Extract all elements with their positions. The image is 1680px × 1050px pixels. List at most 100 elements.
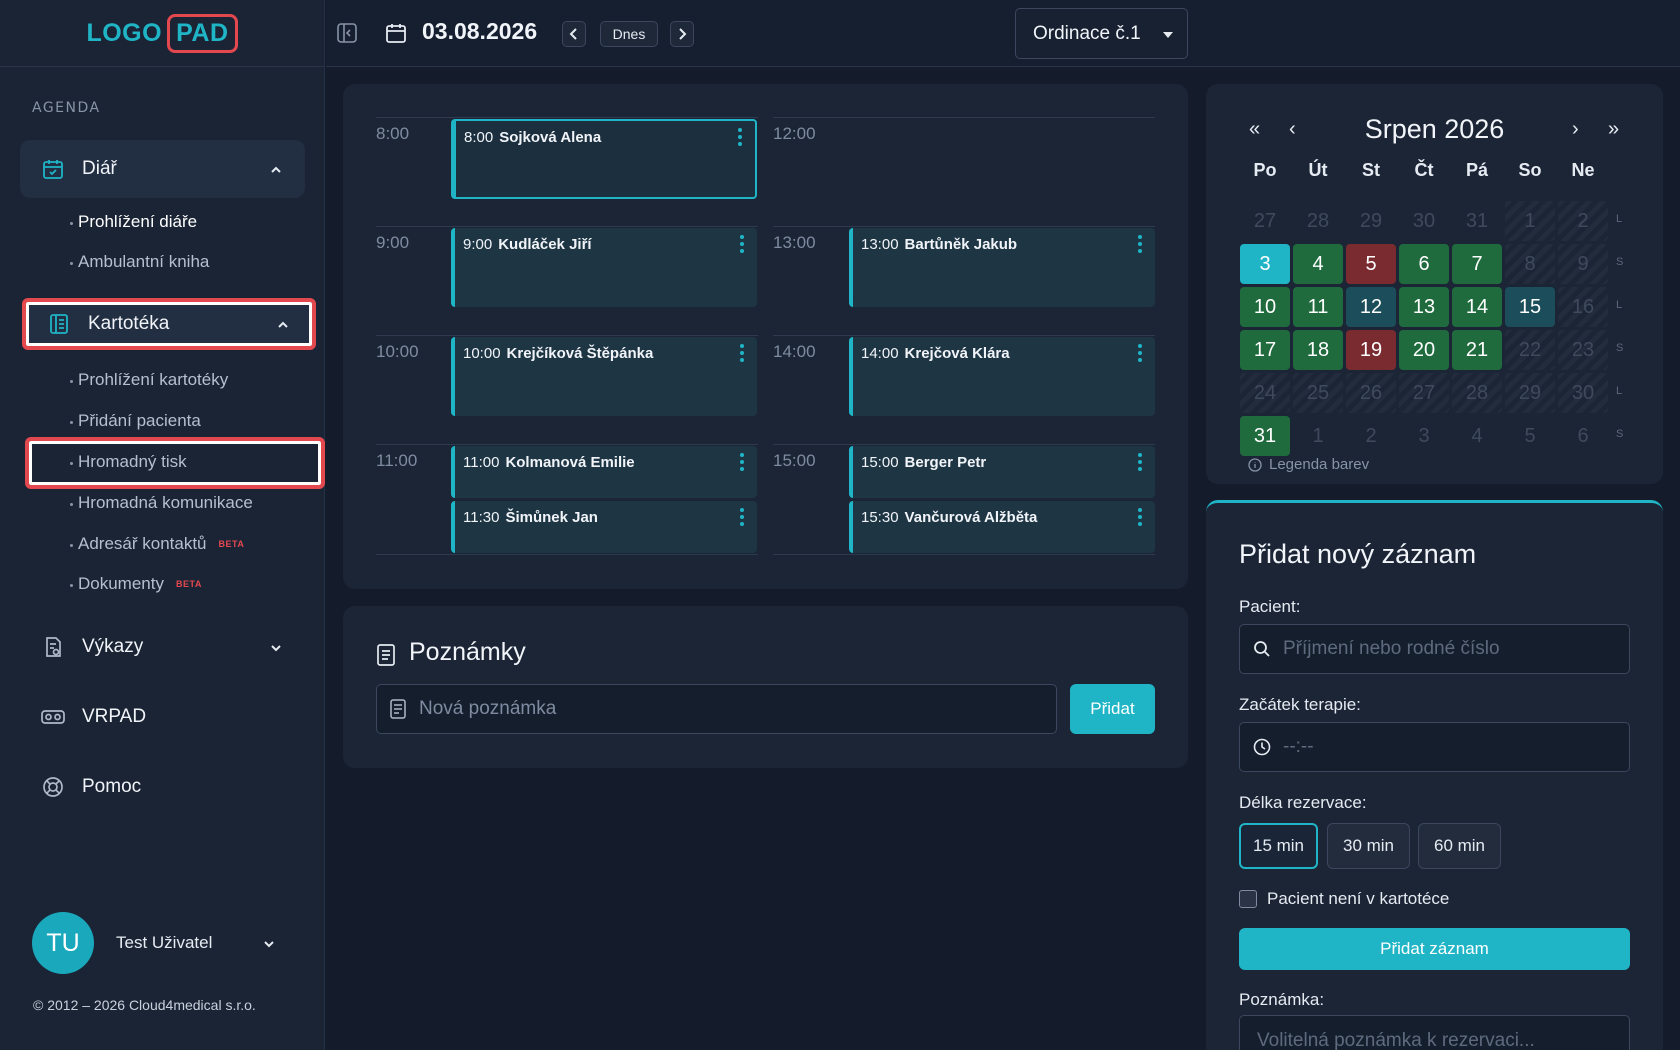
sidebar-item-adresar-kontaktu[interactable]: Adresář kontaktů BETA <box>69 534 244 554</box>
calendar-day[interactable]: 15 <box>1505 287 1555 327</box>
next-day-button[interactable] <box>670 21 694 47</box>
clinic-select[interactable]: Ordinace č.1 <box>1015 8 1188 59</box>
slot-divider <box>773 444 1155 445</box>
appointment-card[interactable]: 15:30 Vančurová Alžběta <box>849 501 1155 553</box>
calendar-day[interactable]: 6 <box>1558 416 1608 456</box>
not-in-registry-checkbox[interactable] <box>1239 890 1257 908</box>
calendar-day[interactable]: 1 <box>1293 416 1343 456</box>
appointment-text: 8:00 Sojková Alena <box>464 129 601 146</box>
therapy-start-placeholder: --:-- <box>1283 736 1314 757</box>
calendar-day[interactable]: 28 <box>1293 201 1343 241</box>
calendar-day[interactable]: 30 <box>1558 373 1608 413</box>
patient-search-input[interactable]: Příjmení nebo rodné číslo <box>1239 624 1630 674</box>
calendar-day[interactable]: 29 <box>1346 201 1396 241</box>
calendar-day[interactable]: 4 <box>1293 244 1343 284</box>
sidebar-item-dokumenty[interactable]: Dokumenty BETA <box>70 574 202 594</box>
logo[interactable]: LOGO PAD <box>86 13 238 53</box>
calendar-day[interactable]: 10 <box>1240 287 1290 327</box>
calendar-day[interactable]: 2 <box>1558 201 1608 241</box>
calendar-day[interactable]: 27 <box>1399 373 1449 413</box>
calendar-day[interactable]: 3 <box>1399 416 1449 456</box>
calendar-day[interactable]: 23 <box>1558 330 1608 370</box>
calendar-day[interactable]: 28 <box>1452 373 1502 413</box>
appointment-time: 10:00 <box>463 345 501 362</box>
calendar-day[interactable]: 17 <box>1240 330 1290 370</box>
calendar-day[interactable]: 18 <box>1293 330 1343 370</box>
more-vertical-icon[interactable] <box>1137 452 1143 472</box>
calendar-day[interactable]: 14 <box>1452 287 1502 327</box>
sidebar-item-pridani-pacienta[interactable]: Přidání pacienta <box>70 411 201 431</box>
more-vertical-icon[interactable] <box>1137 343 1143 363</box>
nav-pomoc[interactable]: Pomoc <box>20 758 305 816</box>
appointment-card[interactable]: 13:00 Bartůněk Jakub <box>849 228 1155 307</box>
appointment-card[interactable]: 15:00 Berger Petr <box>849 446 1155 498</box>
more-vertical-icon[interactable] <box>1137 234 1143 254</box>
calendar-day[interactable]: 21 <box>1452 330 1502 370</box>
appointment-card[interactable]: 11:30 Šimůnek Jan <box>451 501 757 553</box>
calendar-day[interactable]: 5 <box>1505 416 1555 456</box>
weekday-label: Pá <box>1465 160 1489 180</box>
sidebar-item-prohlizeni-kartoteky[interactable]: Prohlížení kartotéky <box>69 370 228 390</box>
more-vertical-icon[interactable] <box>739 452 745 472</box>
calendar-day[interactable]: 31 <box>1452 201 1502 241</box>
sidebar-item-prohlizeni-diare[interactable]: Prohlížení diáře <box>69 212 197 232</box>
calendar-day[interactable]: 8 <box>1505 244 1555 284</box>
nav-kartoteka[interactable]: Kartotéka <box>22 298 316 350</box>
appointment-card[interactable]: 11:00 Kolmanová Emilie <box>451 446 757 498</box>
calendar-day[interactable]: 6 <box>1399 244 1449 284</box>
calendar-day[interactable]: 13 <box>1399 287 1449 327</box>
new-note-input[interactable]: Nová poznámka <box>376 684 1057 734</box>
calendar-day[interactable]: 22 <box>1505 330 1555 370</box>
add-record-button[interactable]: Přidat záznam <box>1239 928 1630 970</box>
add-note-button[interactable]: Přidat <box>1070 684 1155 734</box>
calendar-day[interactable]: 26 <box>1346 373 1396 413</box>
last-month-button[interactable]: » <box>1608 118 1619 141</box>
prev-day-button[interactable] <box>562 21 586 47</box>
appointment-card[interactable]: 14:00 Krejčová Klára <box>849 337 1155 416</box>
calendar-day[interactable]: 24 <box>1240 373 1290 413</box>
calendar-day[interactable]: 20 <box>1399 330 1449 370</box>
calendar-day[interactable]: 3 <box>1240 244 1290 284</box>
more-vertical-icon[interactable] <box>737 127 743 147</box>
sidebar-item-ambulantni-kniha[interactable]: Ambulantní kniha <box>69 252 209 272</box>
more-vertical-icon[interactable] <box>739 343 745 363</box>
appointment-card[interactable]: 9:00 Kudláček Jiří <box>451 228 757 307</box>
calendar-day[interactable]: 27 <box>1240 201 1290 241</box>
calendar-day[interactable]: 9 <box>1558 244 1608 284</box>
calendar-day[interactable]: 29 <box>1505 373 1555 413</box>
calendar-day[interactable]: 7 <box>1452 244 1502 284</box>
calendar-day[interactable]: 19 <box>1346 330 1396 370</box>
calendar-day[interactable]: 5 <box>1346 244 1396 284</box>
more-vertical-icon[interactable] <box>739 234 745 254</box>
calendar-day[interactable]: 31 <box>1240 416 1290 456</box>
sidebar-item-hromadny-tisk[interactable]: Hromadný tisk <box>70 452 187 472</box>
sidebar-item-hromadna-komunikace[interactable]: Hromadná komunikace <box>70 493 253 513</box>
user-menu[interactable]: TU Test Uživatel <box>32 912 274 974</box>
color-legend-link[interactable]: Legenda barev <box>1248 456 1369 473</box>
duration-30-button[interactable]: 30 min <box>1327 823 1410 869</box>
duration-15-button[interactable]: 15 min <box>1239 823 1318 869</box>
reservation-note-textarea[interactable]: Volitelná poznámka k rezervaci... <box>1239 1015 1630 1050</box>
nav-diar[interactable]: Diář <box>20 140 305 198</box>
calendar-day[interactable]: 25 <box>1293 373 1343 413</box>
nav-vrpad[interactable]: VRPAD <box>20 688 305 746</box>
next-month-button[interactable]: › <box>1572 118 1579 141</box>
calendar-day[interactable]: 2 <box>1346 416 1396 456</box>
calendar-day[interactable]: 16 <box>1558 287 1608 327</box>
nav-vykazy[interactable]: Výkazy <box>20 618 305 676</box>
today-button[interactable]: Dnes <box>600 21 658 47</box>
calendar-day[interactable]: 30 <box>1399 201 1449 241</box>
calendar-day[interactable]: 12 <box>1346 287 1396 327</box>
calendar-day[interactable]: 11 <box>1293 287 1343 327</box>
appointment-card[interactable]: 8:00 Sojková Alena <box>451 119 757 199</box>
calendar-icon[interactable] <box>384 21 408 45</box>
therapy-start-input[interactable]: --:-- <box>1239 722 1630 772</box>
calendar-day[interactable]: 1 <box>1505 201 1555 241</box>
more-vertical-icon[interactable] <box>1137 507 1143 527</box>
duration-60-button[interactable]: 60 min <box>1418 823 1501 869</box>
calendar-day[interactable]: 4 <box>1452 416 1502 456</box>
current-date[interactable]: 03.08.2026 <box>422 18 537 45</box>
sidebar-toggle-icon[interactable] <box>336 22 358 44</box>
more-vertical-icon[interactable] <box>739 507 745 527</box>
appointment-card[interactable]: 10:00 Krejčíková Štěpánka <box>451 337 757 416</box>
